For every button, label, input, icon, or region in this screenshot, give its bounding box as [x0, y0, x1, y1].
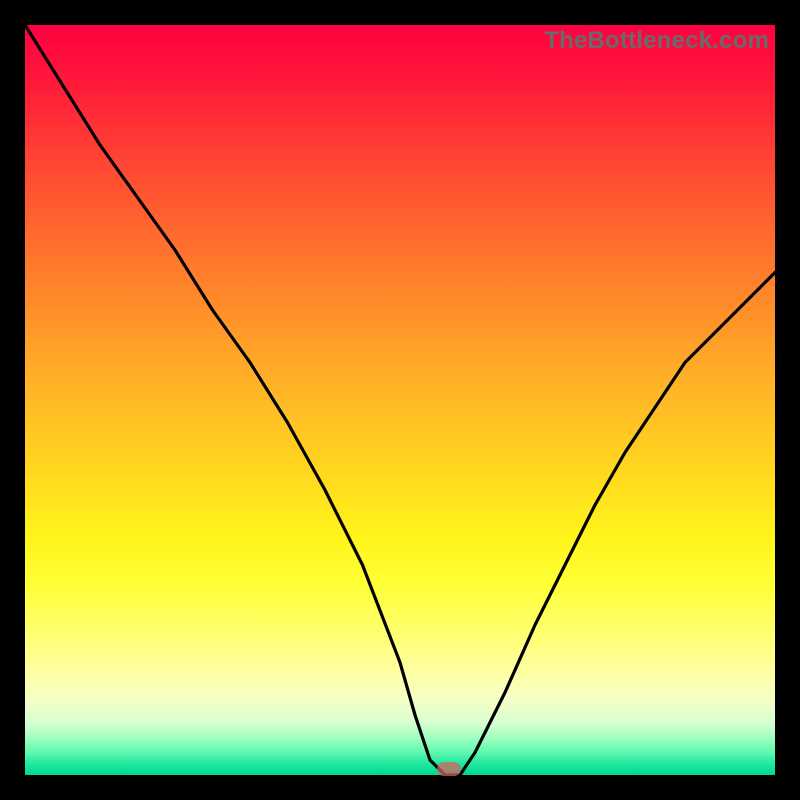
curve-path [25, 25, 775, 775]
plot-area: TheBottleneck.com [25, 25, 775, 775]
chart-frame: TheBottleneck.com [0, 0, 800, 800]
bottleneck-curve [25, 25, 775, 775]
optimum-marker [437, 762, 461, 776]
